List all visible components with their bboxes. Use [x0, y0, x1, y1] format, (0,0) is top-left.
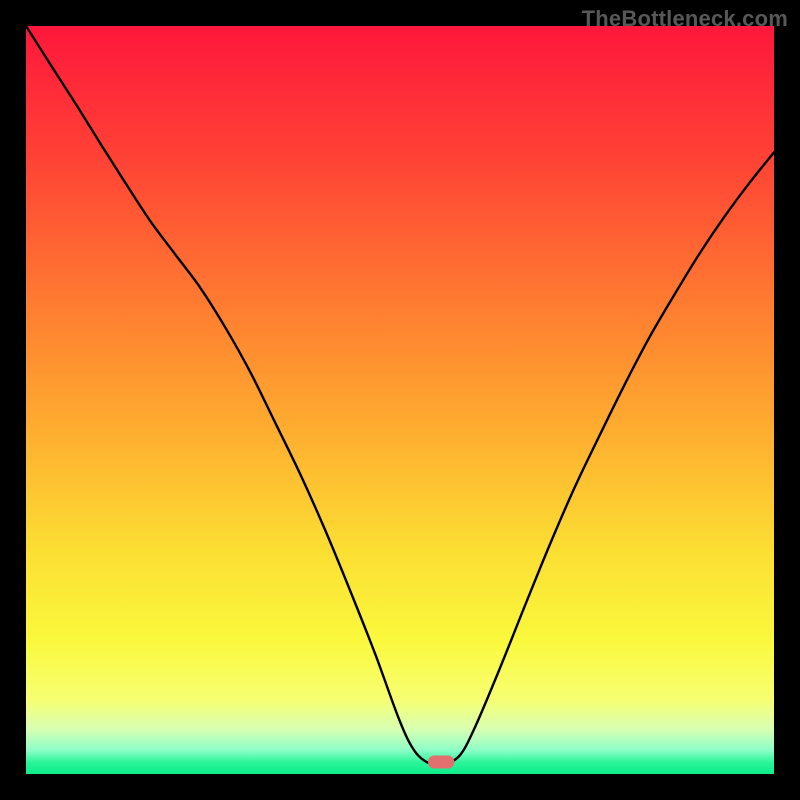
plot-area — [26, 26, 774, 774]
gradient-background — [26, 26, 774, 774]
optimum-marker — [428, 756, 454, 769]
chart-stage: TheBottleneck.com — [0, 0, 800, 800]
chart-svg — [26, 26, 774, 774]
watermark-text: TheBottleneck.com — [582, 6, 788, 32]
